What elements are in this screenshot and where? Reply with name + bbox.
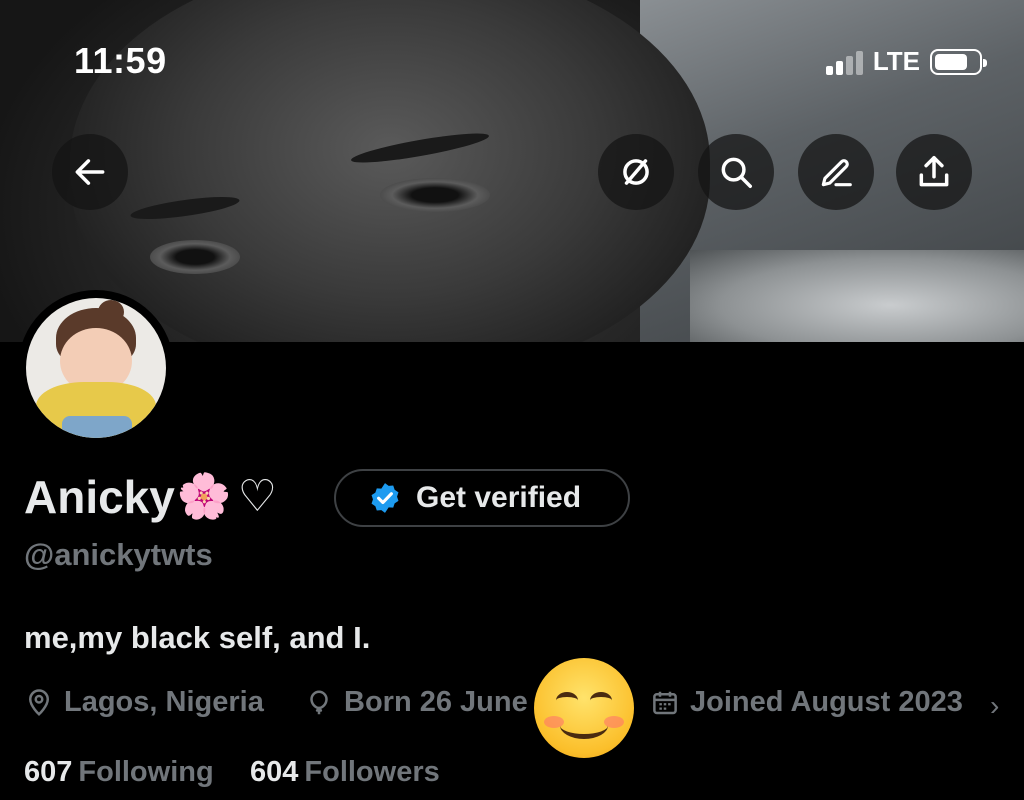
battery-icon [930,48,987,75]
status-indicators: LTE [825,46,987,77]
followers-link[interactable]: 604 Followers [250,756,440,789]
flower-emoji: 🌸 [176,472,232,521]
profile-handle: @anickytwts [24,537,213,572]
chevron-right-icon[interactable]: › [990,690,999,722]
following-label: Following [78,756,214,788]
share-icon [919,156,949,187]
location-text: Lagos, Nigeria [64,686,264,718]
network-label: LTE [872,46,920,76]
search-icon [721,157,752,188]
balloon-icon [310,689,328,714]
following-link[interactable]: 607 Following [24,756,214,789]
avatar-image [26,298,166,438]
birthday-item: Born 26 June [304,686,528,719]
location-pin-icon [28,688,50,716]
smiling-face-emoji-sticker [534,658,634,758]
verified-badge-icon [371,483,399,513]
location-item: Lagos, Nigeria [24,686,264,719]
grok-icon [623,159,649,185]
avatar[interactable] [18,290,174,446]
share-button[interactable] [896,134,972,210]
status-time: 11:59 [74,40,167,81]
edit-icon [821,159,852,187]
get-verified-button[interactable]: Get verified [334,469,630,527]
profile-name-row: Anicky 🌸 ♡ [24,470,277,524]
followers-count: 604 [250,756,299,788]
display-name: Anicky [24,471,175,523]
banner-detail [690,250,1024,342]
edit-button[interactable] [798,134,874,210]
get-verified-label: Get verified [416,481,582,514]
followers-label: Followers [304,756,440,788]
joined-item: Joined August 2023 [650,686,963,719]
banner-detail [380,178,490,212]
search-button[interactable] [698,134,774,210]
birthday-text: Born 26 June [344,686,528,718]
grok-button[interactable] [598,134,674,210]
signal-icon [825,49,863,75]
heart-symbol: ♡ [237,472,278,521]
back-button[interactable] [52,134,128,210]
back-arrow-icon [75,159,105,185]
following-count: 607 [24,756,73,788]
banner-detail [150,240,240,274]
calendar-icon [653,691,677,714]
joined-text: Joined August 2023 [690,686,963,718]
profile-bio: me,my black self, and I. [24,620,371,655]
